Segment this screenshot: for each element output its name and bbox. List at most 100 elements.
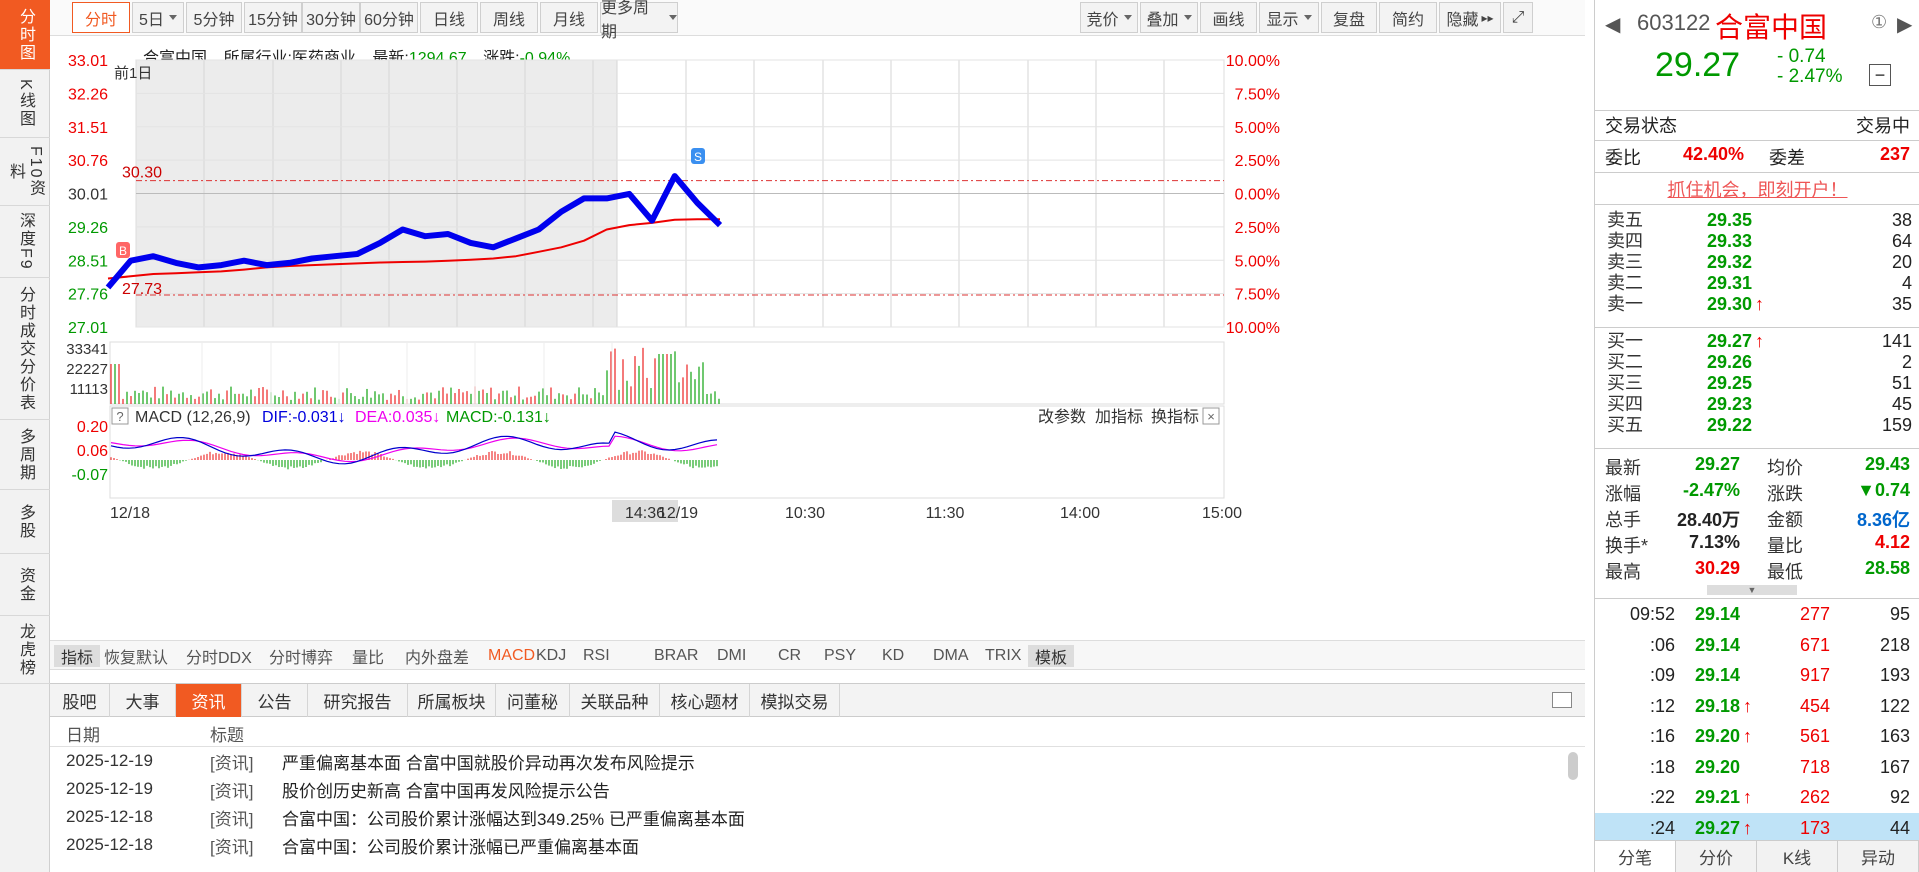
indicator-tab-16[interactable]: 模板 [1028, 645, 1075, 667]
indicator-tab-1[interactable]: 恢复默认 [104, 645, 168, 667]
info-icon[interactable]: ① [1871, 12, 1887, 33]
news-tab-2[interactable]: 资讯 [176, 684, 242, 717]
period-button-0[interactable]: 分时 [72, 2, 130, 33]
indicator-tab-15[interactable]: TRIX [985, 645, 1021, 667]
sell-level-row[interactable]: 卖四 29.33 64 [1607, 231, 1912, 252]
tool-button-0[interactable]: 竞价 [1080, 2, 1138, 33]
sell-level-row[interactable]: 卖一 29.30 ↑ 35 [1607, 294, 1912, 315]
tick-row[interactable]: 09:52 29.14 277 95 [1595, 599, 1919, 630]
promo-link[interactable]: 抓住机会，即刻开户！ [1595, 176, 1919, 202]
tick-row[interactable]: :24 29.27 ↑ 173 44 [1595, 812, 1919, 844]
indicator-tab-11[interactable]: CR [778, 645, 801, 667]
sell-level-row[interactable]: 卖三 29.32 20 [1607, 252, 1912, 273]
macd-button-0[interactable]: 改参数 [1038, 408, 1086, 426]
indicator-tab-14[interactable]: DMA [933, 645, 969, 667]
buy-level-row[interactable]: 买二 29.26 2 [1607, 352, 1912, 373]
news-tab-4[interactable]: 研究报告 [308, 684, 408, 717]
buy-marker[interactable]: B [116, 242, 130, 258]
stat-value: 7.13% [1688, 532, 1740, 552]
news-headline[interactable]: 股价创历史新高 合富中国再发风险提示公告 [282, 777, 610, 802]
macd-button-2[interactable]: 换指标 [1151, 408, 1199, 426]
panel-toggle-icon[interactable] [1552, 692, 1572, 708]
period-button-3[interactable]: 15分钟 [244, 2, 302, 33]
indicator-tab-9[interactable]: BRAR [654, 645, 698, 667]
nav-item-8[interactable]: 龙虎榜 [0, 616, 50, 684]
nav-item-4[interactable]: 分时成交分价表 [0, 278, 50, 420]
indicator-tab-10[interactable]: DMI [717, 645, 746, 667]
indicator-tab-13[interactable]: KD [882, 645, 904, 667]
news-tab-9[interactable]: 模拟交易 [750, 684, 840, 717]
sell-level-row[interactable]: 卖五 29.35 38 [1607, 210, 1912, 231]
indicator-tab-7[interactable]: KDJ [536, 645, 566, 667]
tick-row[interactable]: :12 29.18 ↑ 454 122 [1595, 691, 1919, 722]
indicator-tab-8[interactable]: RSI [583, 645, 610, 667]
news-row[interactable]: 2025-12-18 [资讯] 合富中国：公司股价累计涨幅已严重偏离基本面 [66, 831, 639, 859]
nav-item-3[interactable]: 深度F9 [0, 206, 50, 278]
period-button-7[interactable]: 周线 [480, 2, 538, 33]
macd-button-1[interactable]: 加指标 [1095, 408, 1143, 426]
quote-tab-2[interactable]: K线 [1757, 841, 1838, 872]
news-row[interactable]: 2025-12-19 [资讯] 严重偏离基本面 合富中国就股价异动再次发布风险提示 [66, 747, 695, 775]
tick-row[interactable]: :06 29.14 671 218 [1595, 630, 1919, 661]
buy-level-row[interactable]: 买一 29.27 ↑ 141 [1607, 331, 1912, 352]
period-button-4[interactable]: 30分钟 [302, 2, 360, 33]
indicator-tab-5[interactable]: 内外盘差 [405, 645, 469, 667]
quote-tab-0[interactable]: 分笔 [1595, 841, 1676, 872]
news-tab-0[interactable]: 股吧 [50, 684, 110, 717]
period-button-8[interactable]: 月线 [540, 2, 598, 33]
tool-button-5[interactable]: 简约 [1379, 2, 1437, 33]
quote-tab-3[interactable]: 异动 [1838, 841, 1919, 872]
tool-button-6[interactable]: 隐藏 ▸▸ [1439, 2, 1501, 33]
indicator-tab-6[interactable]: MACD [488, 645, 535, 667]
nav-item-2[interactable]: F10资料 [0, 138, 50, 206]
tick-row[interactable]: :09 29.14 917 193 [1595, 660, 1919, 691]
indicator-tab-0[interactable]: 指标 [54, 645, 101, 667]
collapse-button[interactable]: − [1869, 64, 1891, 86]
fullscreen-button[interactable]: ⤢ [1503, 2, 1533, 33]
period-button-2[interactable]: 5分钟 [186, 2, 242, 33]
tool-button-2[interactable]: 画线 [1200, 2, 1257, 33]
nav-item-6[interactable]: 多股 [0, 490, 50, 554]
tick-row[interactable]: :16 29.20 ↑ 561 163 [1595, 721, 1919, 752]
buy-level-row[interactable]: 买三 29.25 51 [1607, 373, 1912, 394]
indicator-tab-12[interactable]: PSY [824, 645, 856, 667]
news-headline[interactable]: 严重偏离基本面 合富中国就股价异动再次发布风险提示 [282, 749, 695, 774]
news-headline[interactable]: 合富中国：公司股价累计涨幅达到349.25% 已严重偏离基本面 [282, 805, 745, 830]
buy-level-row[interactable]: 买五 29.22 159 [1607, 415, 1912, 436]
news-tab-3[interactable]: 公告 [242, 684, 308, 717]
chart-canvas[interactable]: 33.01 10.00% 32.26 7.50% 31.51 5.00% 30.76 2.50… [50, 36, 1585, 640]
news-row[interactable]: 2025-12-18 [资讯] 合富中国：公司股价累计涨幅达到349.25% 已严重… [66, 803, 745, 831]
quote-tab-1[interactable]: 分价 [1676, 841, 1757, 872]
expand-handle[interactable]: ▼ [1707, 585, 1797, 595]
tick-row[interactable]: :18 29.20 718 167 [1595, 752, 1919, 783]
indicator-tab-3[interactable]: 分时博弈 [269, 645, 333, 667]
sell-level-row[interactable]: 卖二 29.31 4 [1607, 273, 1912, 294]
indicator-tab-2[interactable]: 分时DDX [186, 645, 252, 667]
news-row[interactable]: 2025-12-19 [资讯] 股价创历史新高 合富中国再发风险提示公告 [66, 775, 610, 803]
tool-button-3[interactable]: 显示 [1259, 2, 1319, 33]
next-stock-arrow-icon[interactable]: ▶ [1897, 12, 1912, 37]
period-button-9[interactable]: 更多周期 [600, 0, 678, 41]
nav-item-5[interactable]: 多周期 [0, 420, 50, 490]
sell-marker[interactable]: S [691, 148, 705, 164]
period-button-6[interactable]: 日线 [420, 2, 478, 33]
news-tab-5[interactable]: 所属板块 [408, 684, 496, 717]
news-tab-7[interactable]: 关联品种 [570, 684, 660, 717]
news-tab-1[interactable]: 大事 [110, 684, 176, 717]
prev-stock-arrow-icon[interactable]: ◀ [1605, 12, 1620, 37]
nav-item-1[interactable]: K线图 [0, 70, 50, 138]
nav-item-0[interactable]: 分时图 [0, 0, 50, 70]
news-tab-6[interactable]: 问董秘 [496, 684, 570, 717]
news-headline[interactable]: 合富中国：公司股价累计涨幅已严重偏离基本面 [282, 833, 639, 858]
tick-row[interactable]: :22 29.21 ↑ 262 92 [1595, 782, 1919, 813]
nav-item-7[interactable]: 资金 [0, 554, 50, 616]
tool-button-1[interactable]: 叠加 [1140, 2, 1198, 33]
indicator-tab-4[interactable]: 量比 [352, 645, 384, 667]
tick-count: 95 [1889, 604, 1910, 624]
news-tab-8[interactable]: 核心题材 [660, 684, 750, 717]
news-scrollbar[interactable] [1568, 752, 1578, 780]
tool-button-4[interactable]: 复盘 [1321, 2, 1377, 33]
buy-level-row[interactable]: 买四 29.23 45 [1607, 394, 1912, 415]
period-button-1[interactable]: 5日 [132, 2, 184, 33]
period-button-5[interactable]: 60分钟 [360, 2, 418, 33]
